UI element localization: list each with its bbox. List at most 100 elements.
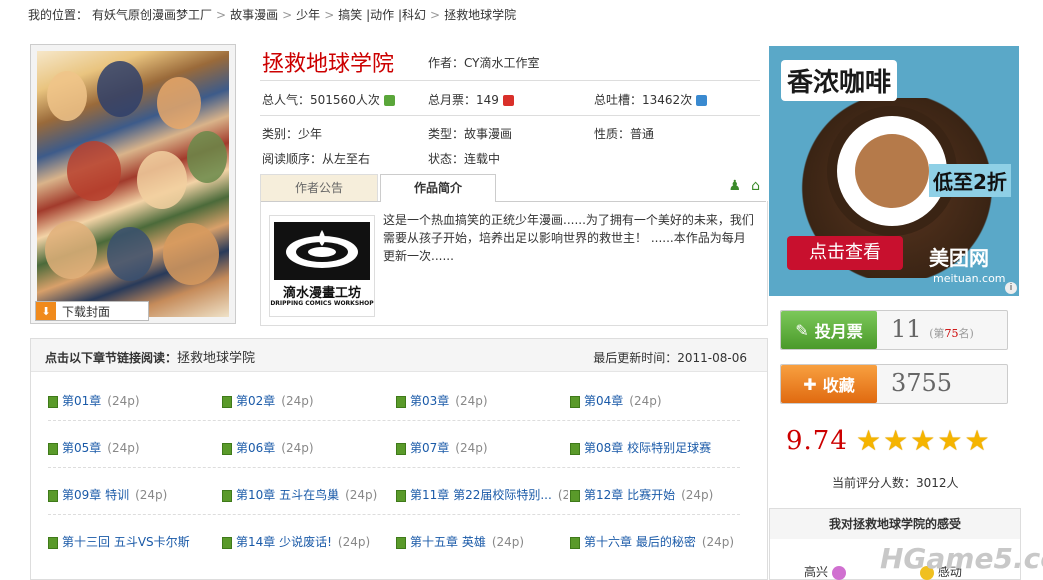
chapter-item[interactable]: 第04章 (24p) xyxy=(570,392,742,409)
breadcrumb-action[interactable]: |动作 xyxy=(366,8,394,22)
chapter-item[interactable]: 第十五章 英雄 (24p) xyxy=(396,533,568,550)
chapter-link[interactable]: 第03章 xyxy=(410,394,449,408)
chapter-item[interactable]: 第09章 特训 (24p) xyxy=(48,486,220,503)
chapter-icon xyxy=(570,536,580,549)
row-divider xyxy=(48,514,740,515)
chapter-list-title: 点击以下章节链接阅读：拯救地球学院 xyxy=(45,347,255,366)
chapter-link[interactable]: 第08章 校际特别足球赛 xyxy=(584,441,711,455)
chapter-pages: (24p) xyxy=(629,394,662,408)
chapter-link[interactable]: 第04章 xyxy=(584,394,623,408)
chapter-link[interactable]: 第十六章 最后的秘密 xyxy=(584,535,696,549)
chapter-item[interactable]: 第11章 第22届校际特别... (24p) xyxy=(396,486,568,503)
author-info: 作者：CY滴水工作室 xyxy=(428,54,540,71)
ad-info-icon[interactable]: i xyxy=(1005,282,1017,294)
chapter-pages: (24p) xyxy=(107,394,140,408)
chapter-pages: (24p) xyxy=(701,535,735,549)
chapter-header-label: 点击以下章节链接阅读： xyxy=(45,351,178,365)
stats-bar: 总人气：501560人次 总月票：149 总吐槽：13462次 xyxy=(260,80,760,116)
star-icon[interactable]: ★ xyxy=(856,426,881,456)
monthly-vote-button[interactable]: ✎ 投月票 xyxy=(781,311,877,349)
popularity-value: 501560人次 xyxy=(310,93,380,107)
chapter-item[interactable]: 第十三回 五斗VS卡尔斯 xyxy=(48,533,220,550)
chapter-link[interactable]: 第06章 xyxy=(236,441,275,455)
comments-value: 13462次 xyxy=(642,93,693,107)
author-label: 作者： xyxy=(428,56,465,70)
chapter-item[interactable]: 第01章 (24p) xyxy=(48,392,220,409)
raters-label: 当前评分人数： xyxy=(832,476,917,490)
chapter-link[interactable]: 第09章 特训 xyxy=(62,488,129,502)
chapter-icon xyxy=(48,536,58,549)
chapter-icon xyxy=(222,489,232,502)
chapter-item[interactable]: 第10章 五斗在鸟巢 (24p) xyxy=(222,486,394,503)
breadcrumb-prefix: 我的位置： xyxy=(28,8,89,22)
last-updated-label: 最后更新时间： xyxy=(593,351,678,365)
cover-artwork[interactable] xyxy=(37,51,229,317)
chapter-link[interactable]: 第10章 五斗在鸟巢 xyxy=(236,488,339,502)
chapter-link[interactable]: 第14章 少说废话! xyxy=(236,535,332,549)
rating-score: 9.74 xyxy=(786,426,848,456)
status-label: 状态： xyxy=(428,152,465,166)
chapter-link[interactable]: 第十五章 英雄 xyxy=(410,535,486,549)
last-updated-value: 2011-08-06 xyxy=(677,351,747,365)
feeling-happy[interactable]: 高兴 xyxy=(804,563,846,580)
studio-logo: 滴水漫畫工坊 DRIPPING COMICS WORKSHOP xyxy=(269,215,375,317)
download-cover-button[interactable]: ⬇ 下载封面 xyxy=(35,301,149,321)
chapter-link[interactable]: 第05章 xyxy=(62,441,101,455)
chapter-icon xyxy=(48,442,58,455)
chapter-item[interactable]: 第03章 (24p) xyxy=(396,392,568,409)
chapter-item[interactable]: 第08章 校际特别足球赛 xyxy=(570,439,742,456)
chapter-icon xyxy=(396,442,406,455)
breadcrumb-story-comics[interactable]: 故事漫画 xyxy=(230,8,278,22)
tab-work-intro[interactable]: 作品简介 xyxy=(380,174,496,202)
chapter-icon xyxy=(396,489,406,502)
monthly-votes-value: 149 xyxy=(476,93,499,107)
monthly-vote-count: 11 xyxy=(891,315,922,343)
breadcrumb-home[interactable]: 有妖气原创漫画梦工厂 xyxy=(92,8,212,22)
chapter-item[interactable]: 第02章 (24p) xyxy=(222,392,394,409)
chapter-pages: (24p) xyxy=(557,488,568,502)
chapter-link[interactable]: 第12章 比赛开始 xyxy=(584,488,675,502)
raters-count: 当前评分人数：3012人 xyxy=(832,474,959,491)
person-icon[interactable]: ♟ xyxy=(729,178,742,194)
chapter-item[interactable]: 第05章 (24p) xyxy=(48,439,220,456)
votes-icon xyxy=(502,95,514,106)
chapter-link[interactable]: 第十三回 五斗VS卡尔斯 xyxy=(62,535,190,549)
author-link[interactable]: CY滴水工作室 xyxy=(464,56,540,70)
chapter-item[interactable]: 第十六章 最后的秘密 (24p) xyxy=(570,533,742,550)
ad-banner[interactable]: 香浓咖啡 低至2折 点击查看 美团网 meituan.com i xyxy=(769,46,1019,296)
star-icon[interactable]: ★ xyxy=(937,426,962,456)
favorite-count: 3755 xyxy=(891,369,953,397)
chapter-link[interactable]: 第11章 第22届校际特别... xyxy=(410,488,552,502)
monthly-vote-widget: ✎ 投月票 11 (第75名) xyxy=(780,310,1008,350)
chapter-link[interactable]: 第07章 xyxy=(410,441,449,455)
breadcrumb-scifi[interactable]: |科幻 xyxy=(398,8,426,22)
chapter-icon xyxy=(396,536,406,549)
chapter-link[interactable]: 第02章 xyxy=(236,394,275,408)
chapter-item[interactable]: 第06章 (24p) xyxy=(222,439,394,456)
chapter-item[interactable]: 第07章 (24p) xyxy=(396,439,568,456)
chapter-item[interactable]: 第12章 比赛开始 (24p) xyxy=(570,486,742,503)
raters-value: 3012人 xyxy=(916,476,959,490)
breadcrumb-shonen[interactable]: 少年 xyxy=(296,8,320,22)
type-value: 故事漫画 xyxy=(464,127,513,141)
chapter-item[interactable]: 第14章 少说废话! (24p) xyxy=(222,533,394,550)
tab-author-notice[interactable]: 作者公告 xyxy=(260,174,378,201)
chapter-link[interactable]: 第01章 xyxy=(62,394,101,408)
breadcrumb-comedy[interactable]: 搞笑 xyxy=(338,8,362,22)
star-icon[interactable]: ★ xyxy=(883,426,908,456)
studio-logo-sub: DRIPPING COMICS WORKSHOP xyxy=(270,300,374,307)
home-icon[interactable]: ⌂ xyxy=(751,178,760,194)
rating-stars[interactable]: ★ ★ ★ ★ ★ xyxy=(856,426,990,456)
star-icon[interactable]: ★ xyxy=(910,426,935,456)
nature-value: 普通 xyxy=(630,127,655,141)
intro-tabbar: 作者公告 作品简介 ♟ ⌂ xyxy=(260,174,766,202)
star-icon[interactable]: ★ xyxy=(964,426,989,456)
type-info: 类型：故事漫画 xyxy=(428,125,512,142)
ad-title: 香浓咖啡 xyxy=(781,60,898,101)
favorite-button[interactable]: ✚ 收藏 xyxy=(781,365,877,403)
ad-view-button[interactable]: 点击查看 xyxy=(787,236,903,270)
chapter-list-header: 点击以下章节链接阅读：拯救地球学院 最后更新时间：2011-08-06 xyxy=(31,339,767,372)
tab-icons: ♟ ⌂ xyxy=(729,178,760,194)
category-label: 类别： xyxy=(262,127,299,141)
chapter-icon xyxy=(570,395,580,408)
